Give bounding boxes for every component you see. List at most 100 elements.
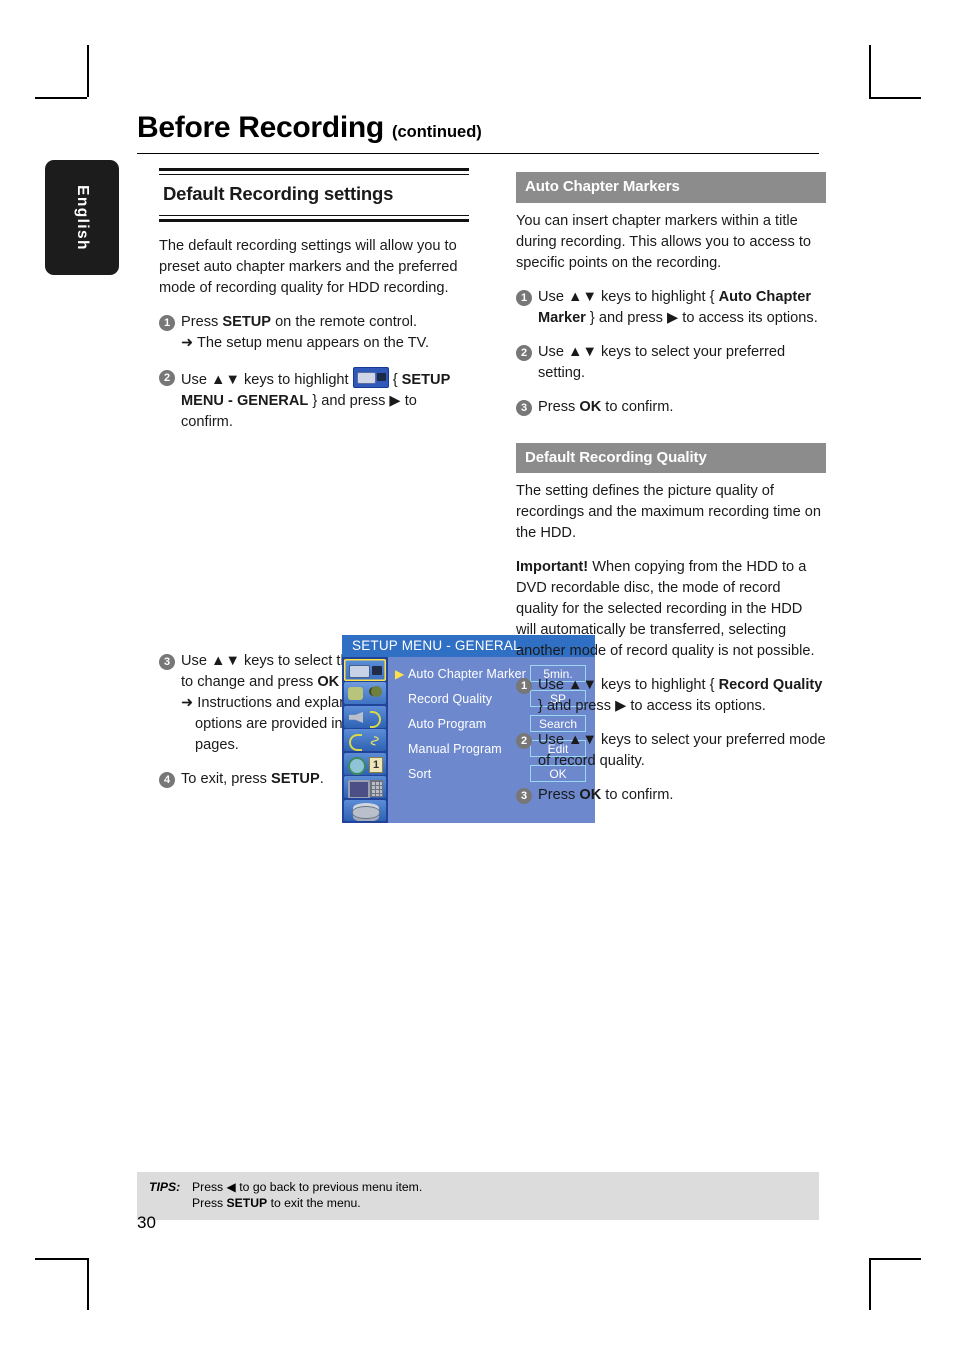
step-bold: OK: [579, 398, 602, 415]
step-body: Press OK to confirm.: [538, 785, 826, 806]
step-item: 1 Use ▲▼ keys to highlight { Auto Chapte…: [516, 287, 826, 329]
step-bold: OK: [317, 673, 340, 690]
step-number: 1: [516, 678, 532, 695]
setup-menu-icon-bar: [342, 657, 388, 823]
crop-mark-bottom-right-horizontal: [869, 1258, 921, 1260]
step-text-tail: on the remote control.: [271, 313, 418, 330]
page-title-text: Before Recording: [137, 111, 384, 144]
left-column: Default Recording settings The default r…: [159, 168, 595, 823]
step-item: 2 Use ▲▼ keys to select your preferred s…: [516, 342, 826, 384]
important-label: Important!: [516, 559, 589, 576]
step-bold: SETUP: [222, 313, 272, 330]
heading-rule-bottom-thin: [159, 214, 469, 217]
selection-caret-icon: ▶: [395, 718, 408, 730]
disc-stack-icon[interactable]: [344, 799, 386, 822]
crop-mark-bottom-left-horizontal: [35, 1258, 87, 1260]
page-header: Before Recording (continued): [137, 112, 819, 155]
step-number: 2: [516, 733, 532, 750]
section-heading: Default Recording settings: [163, 183, 394, 205]
step-text-tail: to confirm.: [601, 398, 674, 415]
setup-menu-row-label: Auto Program: [408, 716, 487, 731]
setup-menu-row-label: Record Quality: [408, 691, 493, 706]
step-item: 2 Use ▲▼ keys to select your preferred m…: [516, 730, 826, 772]
camcorder-icon[interactable]: [344, 659, 386, 681]
setup-menu-row-label: Manual Program: [408, 741, 502, 756]
tips-content: Press ◀ to go back to previous menu item…: [192, 1179, 422, 1212]
section-banner-auto-chapter-markers: Auto Chapter Markers: [516, 172, 826, 203]
step-body: Use ▲▼ keys to select your preferred mod…: [538, 730, 826, 772]
page-title-suffix: (continued): [391, 123, 482, 141]
step-text: Use ▲▼ keys to select your preferred mod…: [538, 732, 826, 770]
step-number: 3: [516, 399, 532, 416]
step-body: Use ▲▼ keys to highlight { SETUP MENU - …: [181, 366, 469, 433]
step-text-tail: to confirm.: [601, 787, 674, 804]
header-rule: [137, 152, 819, 155]
language-tab-label: English: [74, 184, 91, 251]
intro-paragraph: The default recording settings will allo…: [159, 237, 458, 296]
tv-keypad-icon[interactable]: [344, 776, 386, 799]
step-text: Press: [181, 313, 223, 330]
step-item: 2 Use ▲▼ keys to highlight { SETUP MENU …: [159, 366, 469, 433]
page-title: Before Recording (continued): [137, 112, 819, 144]
step-text-tail: } and press ▶ to access its options.: [538, 698, 766, 715]
speaker-icon[interactable]: [344, 705, 386, 728]
step-body: Use ▲▼ keys to highlight { Auto Chapter …: [538, 287, 826, 329]
tips-label: TIPS:: [149, 1180, 181, 1194]
step-text: Use ▲▼ keys to highlight {: [538, 677, 719, 694]
step-item: 3 Press OK to confirm.: [516, 397, 826, 418]
step-bold: Record Quality: [718, 677, 823, 694]
page-number: 30: [137, 1213, 156, 1232]
crop-mark-top-left-horizontal: [35, 97, 87, 99]
selection-caret-icon: ▶: [395, 693, 408, 705]
section-banner-default-recording-quality: Default Recording Quality: [516, 442, 826, 474]
step-text: Use ▲▼ keys to select your preferred set…: [538, 343, 786, 381]
step-bold: OK: [579, 787, 602, 804]
step-item: 1 Use ▲▼ keys to highlight { Record Qual…: [516, 675, 826, 717]
step-text: To exit, press: [181, 770, 272, 787]
section-two-important: Important! When copying from the HDD to …: [516, 557, 826, 662]
step-number: 1: [159, 314, 175, 331]
step-item: 1 Press SETUP on the remote control. ➜ T…: [159, 312, 469, 354]
step-text: Use ▲▼ keys to highlight {: [538, 288, 719, 305]
crop-mark-top-right-horizontal: [869, 97, 921, 99]
step-bold: SETUP: [271, 770, 320, 787]
step-item: 3 Press OK to confirm.: [516, 785, 826, 806]
step-text: Use ▲▼ keys to highlight: [181, 371, 353, 388]
step-number: 3: [516, 788, 532, 805]
selection-caret-icon: ▶: [395, 743, 408, 755]
step-number: 3: [159, 653, 175, 670]
language-tab: English: [45, 160, 119, 275]
step-text-tail: } and press ▶ to access its options.: [585, 309, 818, 326]
step-text: Press: [538, 787, 580, 804]
clock-calendar-icon[interactable]: [344, 752, 386, 775]
step-text-tail: .: [319, 770, 324, 787]
tips-line-2: Press SETUP to exit the menu.: [192, 1195, 422, 1211]
crop-mark-bottom-left-vertical: [87, 1258, 89, 1310]
selection-caret-icon: ▶: [395, 666, 405, 681]
step-number: 4: [159, 771, 175, 788]
manual-page: English Before Recording (continued) Def…: [0, 0, 954, 1347]
tips-footer: TIPS: Press ◀ to go back to previous men…: [137, 1172, 819, 1220]
section-one-intro: You can insert chapter markers within a …: [516, 212, 811, 271]
step-body: Use ▲▼ keys to highlight { Record Qualit…: [538, 675, 826, 717]
step-sub-note: ➜ The setup menu appears on the TV.: [181, 334, 430, 351]
camcorder-icon: [352, 366, 389, 388]
crop-mark-top-left-vertical: [87, 45, 89, 97]
section-heading-block: Default Recording settings: [159, 168, 469, 222]
step-body: Press OK to confirm.: [538, 397, 826, 418]
wave-icon[interactable]: [344, 729, 386, 752]
step-text-brace: {: [392, 371, 402, 388]
setup-menu-spacer: [159, 446, 469, 651]
section-two-intro: The setting defines the picture quality …: [516, 483, 821, 542]
crop-mark-bottom-right-vertical: [869, 1258, 871, 1310]
setup-menu-row-label: Sort: [408, 766, 432, 781]
step-number: 1: [516, 289, 532, 306]
tips-line-2-tail: to exit the menu.: [267, 1196, 361, 1211]
selection-caret-icon: ▶: [395, 768, 408, 780]
step-body: Press SETUP on the remote control. ➜ The…: [181, 312, 469, 354]
setup-menu-row-label: Auto Chapter Marker: [408, 666, 526, 681]
projector-icon[interactable]: [344, 682, 386, 705]
right-column: Auto Chapter Markers You can insert chap…: [516, 172, 826, 819]
step-text: Press: [538, 398, 580, 415]
